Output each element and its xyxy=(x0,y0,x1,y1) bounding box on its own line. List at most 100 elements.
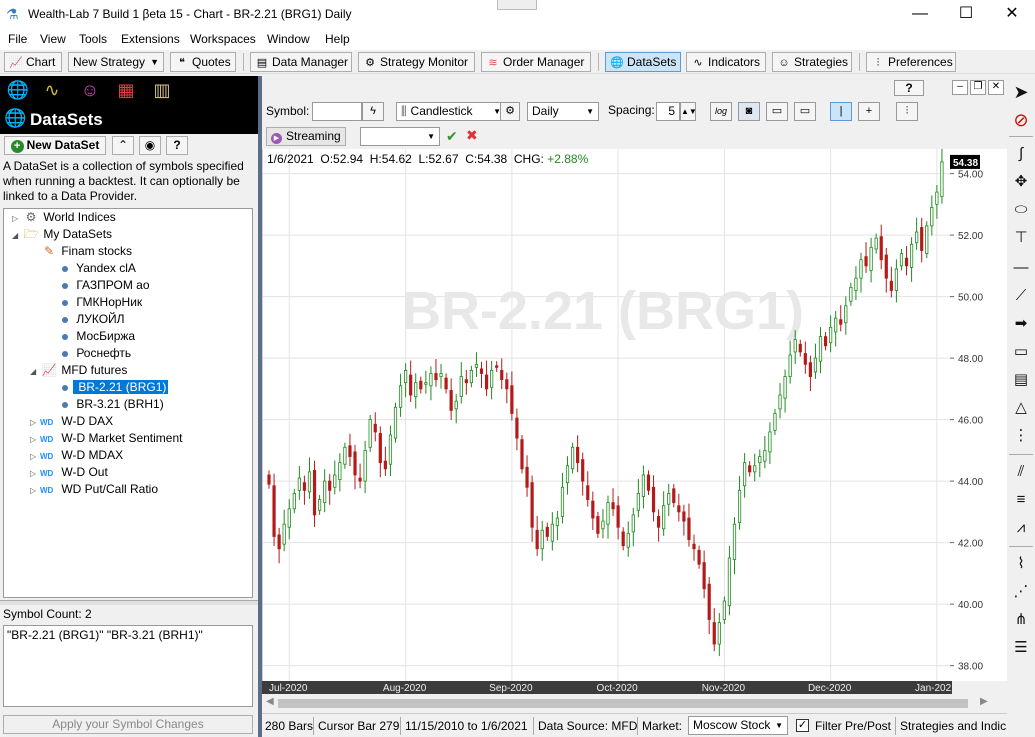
tree-item[interactable]: ЛУКОЙЛ xyxy=(4,311,252,328)
scroll-right-icon[interactable]: ▶ xyxy=(980,696,988,707)
fibonacci-retracement-icon[interactable]: ☰ xyxy=(1009,636,1033,660)
fibonacci-arc-icon[interactable]: ⌇ xyxy=(1009,552,1033,576)
curve-tool-icon[interactable]: ∫ xyxy=(1009,142,1033,166)
parallel-lines-icon[interactable]: ≡ xyxy=(1009,488,1033,512)
market-select[interactable]: Moscow Stock ▼ xyxy=(688,716,788,735)
tab-grip[interactable] xyxy=(497,0,537,10)
streaming-button[interactable]: ▶ Streaming xyxy=(266,127,346,146)
tree-item[interactable]: ✎ Finam stocks xyxy=(4,243,252,260)
screenshot-button[interactable]: ◙ xyxy=(738,102,760,121)
tree-item[interactable]: ▷ ⚙ World Indices xyxy=(4,209,252,226)
scroll-thumb[interactable] xyxy=(278,699,968,708)
symbol-input[interactable] xyxy=(312,102,362,121)
vertical-ray-icon[interactable]: ⊤ xyxy=(1009,226,1033,250)
library-icon[interactable]: ▥ xyxy=(148,80,176,104)
panel-splitter[interactable] xyxy=(0,600,258,605)
new-dataset-button[interactable]: + New DataSet xyxy=(4,136,106,155)
tree-item[interactable]: ГМКНорНик xyxy=(4,294,252,311)
layout-bottom-button[interactable]: ▭ xyxy=(766,102,788,121)
strategies-button[interactable]: ☺ Strategies xyxy=(772,52,852,72)
symbols-textbox[interactable]: "BR-2.21 (BRG1)" "BR-3.21 (BRH1)" xyxy=(3,625,253,707)
price-axis[interactable]: 38.00 40.00 42.00 44.00 46.00 48.00 50.00 52.00… xyxy=(950,149,1007,681)
order-manager-button[interactable]: ≋ Order Manager xyxy=(481,52,591,72)
menu-tools[interactable]: Tools xyxy=(79,32,107,46)
expander-icon[interactable]: ▷ xyxy=(30,431,40,448)
chart-close-button[interactable]: ✕ xyxy=(988,80,1004,95)
channel-tool-icon[interactable]: ⫽ xyxy=(1009,460,1033,484)
check-icon[interactable]: ✔ xyxy=(446,128,458,145)
spacing-stepper[interactable]: ▲▼ xyxy=(680,102,697,121)
fan-lines-icon[interactable]: ⩘ xyxy=(1009,516,1033,540)
scroll-left-icon[interactable]: ◀ xyxy=(266,696,274,707)
menu-window[interactable]: Window xyxy=(267,32,310,46)
view-button[interactable]: ◉ xyxy=(139,136,161,155)
scale-select[interactable]: Daily ▼ xyxy=(527,102,599,121)
text-note-icon[interactable]: ▤ xyxy=(1009,368,1033,392)
chart-restore-button[interactable]: ❐ xyxy=(970,80,986,95)
chart-style-settings-button[interactable]: ⚙ xyxy=(500,102,520,121)
log-scale-button[interactable]: log xyxy=(710,102,732,121)
tree-item[interactable]: ◢ 📈 MFD futures xyxy=(4,362,252,379)
triangle-tool-icon[interactable]: △ xyxy=(1009,396,1033,420)
date-axis[interactable]: Jul-2020 Aug-2020 Sep-2020 Oct-2020 Nov-2020… xyxy=(262,681,957,694)
expander-icon[interactable]: ▷ xyxy=(30,465,40,482)
no-drawing-icon[interactable]: ⊘ xyxy=(1009,108,1033,132)
chart-help-button[interactable]: ? xyxy=(894,80,924,96)
tree-item[interactable]: ▷ WD W-D Out xyxy=(4,464,252,481)
menu-view[interactable]: View xyxy=(40,32,66,46)
symbol-lookup-button[interactable]: ϟ xyxy=(362,102,384,121)
chart-minimize-button[interactable]: – xyxy=(952,80,968,95)
tree-item[interactable]: МосБиржа xyxy=(4,328,252,345)
expander-icon[interactable]: ▷ xyxy=(30,448,40,465)
horizontal-scrollbar[interactable]: ◀ ▶ xyxy=(262,695,1007,712)
tree-item[interactable]: Роснефть xyxy=(4,345,252,362)
new-strategy-dropdown[interactable]: New Strategy ▼ xyxy=(68,52,164,72)
minimize-button[interactable]: — xyxy=(897,0,943,30)
ellipse-tool-icon[interactable]: ⬭ xyxy=(1009,198,1033,222)
preferences-button[interactable]: ⫶ Preferences xyxy=(866,52,956,72)
datasets-button[interactable]: 🌐 DataSets xyxy=(605,52,681,72)
chart-type-select[interactable]: ⫼ Candlestick ▼ xyxy=(396,102,506,121)
expander-icon[interactable]: ▷ xyxy=(30,482,40,499)
chart-settings-button[interactable]: ⫶ xyxy=(896,102,918,121)
collapse-button[interactable]: ⌃ xyxy=(112,136,134,155)
spacing-input[interactable]: 5 xyxy=(656,102,680,121)
datasets-tree[interactable]: ▷ ⚙ World Indices ◢ 🗁 My DataSets ✎ Finam st… xyxy=(3,208,253,598)
data-manager-button[interactable]: ▤ Data Manager xyxy=(250,52,352,72)
help-button[interactable]: ? xyxy=(166,136,188,155)
tree-item[interactable]: BR-3.21 (BRH1) xyxy=(4,396,252,413)
expander-icon[interactable]: ◢ xyxy=(30,363,40,380)
expander-icon[interactable]: ▷ xyxy=(12,210,22,227)
tree-item[interactable]: BR-2.21 (BRG1) xyxy=(4,379,252,396)
expander-icon[interactable]: ▷ xyxy=(30,414,40,431)
filter-checkbox[interactable]: ✓ xyxy=(796,719,809,732)
streaming-provider-select[interactable]: ▼ xyxy=(360,127,440,146)
tree-item[interactable]: ▷ WD W-D Market Sentiment xyxy=(4,430,252,447)
tree-item[interactable]: ГАЗПРОМ ао xyxy=(4,277,252,294)
close-button[interactable]: ✕ xyxy=(989,0,1035,30)
menu-help[interactable]: Help xyxy=(325,32,350,46)
strategy-monitor-button[interactable]: ⚙ Strategy Monitor xyxy=(358,52,475,72)
rectangle-tool-icon[interactable]: ▭ xyxy=(1009,340,1033,364)
fibonacci-fan-icon[interactable]: ⋰ xyxy=(1009,580,1033,604)
tree-item[interactable]: ▷ WD WD Put/Call Ratio xyxy=(4,481,252,498)
tree-item[interactable]: ▷ WD W-D MDAX xyxy=(4,447,252,464)
crosshair-button[interactable]: + xyxy=(858,102,880,121)
apply-symbol-changes-button[interactable]: Apply your Symbol Changes xyxy=(3,715,253,734)
blocks-icon[interactable]: ▦ xyxy=(112,80,140,104)
vertical-line-tool-icon[interactable]: ⋮ xyxy=(1009,424,1033,448)
indicators-button[interactable]: ∿ Indicators xyxy=(686,52,766,72)
menu-workspaces[interactable]: Workspaces xyxy=(190,32,256,46)
strategies-icon[interactable]: ☺ xyxy=(76,80,104,104)
trend-line-icon[interactable]: ⟋ xyxy=(1009,284,1033,308)
pitchfork-icon[interactable]: ⋔ xyxy=(1009,608,1033,632)
globe-icon[interactable]: 🌐 xyxy=(4,80,32,104)
quotes-button[interactable]: ❝ Quotes xyxy=(170,52,236,72)
tree-item[interactable]: ◢ 🗁 My DataSets xyxy=(4,226,252,243)
cursor-line-button[interactable]: | xyxy=(830,102,852,121)
move-tool-icon[interactable]: ✥ xyxy=(1009,170,1033,194)
price-plot[interactable]: BR-2.21 (BRG1) 1/6/2021 O:52.94 H:54.62 … xyxy=(262,147,951,681)
layout-top-button[interactable]: ▭ xyxy=(794,102,816,121)
arrow-tool-icon[interactable]: ➡ xyxy=(1009,312,1033,336)
menu-extensions[interactable]: Extensions xyxy=(121,32,180,46)
